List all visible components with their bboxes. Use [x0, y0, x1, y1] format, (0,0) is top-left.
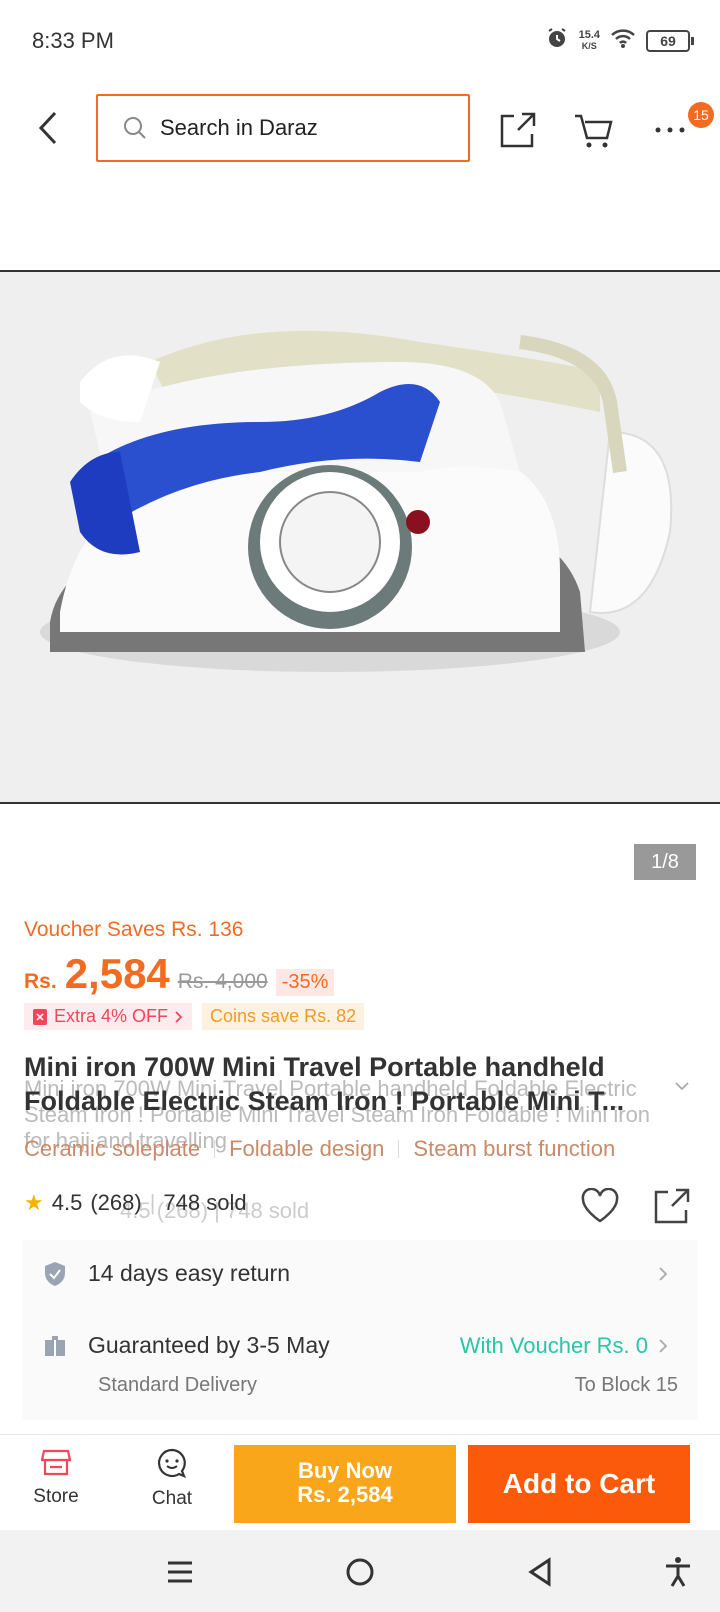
easy-return-arrow	[658, 1266, 668, 1282]
rating-divider: |	[149, 1190, 156, 1215]
accessibility-icon	[666, 1557, 690, 1587]
chat-button[interactable]: Chat	[132, 1447, 212, 1510]
network-speed: 15.4 K/S	[578, 28, 600, 52]
cart-button[interactable]	[572, 108, 616, 152]
wifi-icon	[610, 27, 636, 54]
alarm-icon	[545, 26, 569, 55]
extra-off-label: Extra 4% OFF	[54, 1006, 169, 1026]
rating-value: 4.5	[51, 1190, 83, 1215]
add-to-cart-button[interactable]: Add to Cart	[468, 1445, 690, 1523]
heart-icon	[581, 1188, 619, 1223]
star-icon: ★	[24, 1190, 44, 1215]
speed-unit: K/S	[581, 40, 597, 51]
rating-row[interactable]: ★ 4.5 (268) | 748 sold	[24, 1190, 247, 1216]
extra-off-chip[interactable]: Extra 4% OFF	[24, 1003, 193, 1030]
more-button[interactable]	[648, 108, 692, 152]
home-circle-icon	[346, 1558, 374, 1586]
battery-indicator: 69	[646, 29, 694, 52]
status-icons: 15.4 K/S 69	[545, 26, 694, 55]
chevron-right-icon	[175, 1010, 183, 1023]
cart-icon	[575, 114, 613, 148]
share-icon	[500, 112, 536, 148]
wishlist-button[interactable]	[578, 1184, 622, 1228]
easy-return-label: 14 days easy return	[88, 1260, 291, 1286]
chevron-right-icon	[659, 1338, 668, 1353]
bottom-action-bar: Store Chat Buy Now Rs. 2,584 Add to Cart	[0, 1434, 720, 1530]
sold-count: 748 sold	[163, 1190, 247, 1215]
voucher-price-label: With Voucher Rs. 0	[459, 1332, 648, 1358]
delivery-voucher: With Voucher Rs. 0	[460, 1333, 668, 1359]
triangle-back-icon	[528, 1557, 551, 1587]
menu-lines-icon	[168, 1561, 192, 1583]
notification-badge: 15	[688, 102, 714, 128]
feature-divider	[214, 1140, 216, 1158]
status-bar: 8:33 PM 15.4 K/S 69	[0, 0, 720, 80]
delivery-row[interactable]: Guaranteed by 3-5 May With Voucher Rs. 0	[44, 1332, 694, 1359]
speed-value: 15.4	[578, 28, 600, 41]
current-price: 2,584	[64, 950, 170, 997]
system-navigation-bar	[0, 1530, 720, 1612]
shield-check-icon	[45, 1261, 65, 1286]
promo-row: Extra 4% OFF Coins save Rs. 82	[24, 1003, 365, 1030]
store-label: Store	[33, 1486, 79, 1507]
chat-label: Chat	[151, 1488, 193, 1509]
search-input[interactable]: Search in Daraz	[96, 94, 470, 162]
feature-divider	[398, 1140, 400, 1158]
image-counter: 1/8	[634, 844, 696, 880]
system-back-button[interactable]	[518, 1550, 562, 1594]
package-icon	[45, 1335, 65, 1356]
chevron-down-icon	[675, 1082, 689, 1091]
original-price: Rs. 4,000	[177, 970, 268, 993]
store-icon	[40, 1449, 72, 1476]
coins-save-chip[interactable]: Coins save Rs. 82	[202, 1003, 365, 1030]
discount-badge: -35%	[275, 969, 335, 996]
chevron-left-icon	[38, 111, 57, 145]
store-button[interactable]: Store	[16, 1447, 96, 1508]
accessibility-button[interactable]	[656, 1550, 700, 1594]
top-navigation: Search in Daraz 15	[0, 90, 720, 170]
feature-tag: Ceramic soleplate	[24, 1136, 201, 1161]
more-dots-icon	[655, 127, 685, 133]
buy-now-button[interactable]: Buy Now Rs. 2,584	[234, 1445, 456, 1523]
search-placeholder: Search in Daraz	[160, 115, 318, 140]
product-image[interactable]	[0, 270, 720, 804]
recent-apps-button[interactable]	[158, 1550, 202, 1594]
voucher-saves-text[interactable]: Voucher Saves Rs. 136	[24, 918, 243, 942]
status-time: 8:33 PM	[32, 28, 114, 53]
expand-title-button[interactable]	[674, 1078, 690, 1096]
chat-icon	[157, 1448, 186, 1478]
back-button[interactable]	[28, 108, 68, 148]
delivery-location: To Block 15	[574, 1374, 678, 1396]
product-title[interactable]: Mini iron 700W Mini Travel Portable hand…	[24, 1050, 684, 1118]
buy-now-price: Rs. 2,584	[297, 1482, 393, 1507]
easy-return-row[interactable]: 14 days easy return	[44, 1260, 694, 1287]
feature-tag: Foldable design	[229, 1136, 385, 1161]
steam-iron-image	[0, 272, 720, 802]
share-button[interactable]	[496, 108, 540, 152]
ticket-icon	[33, 1008, 47, 1025]
feature-tag: Steam burst function	[413, 1136, 616, 1161]
search-icon	[124, 117, 146, 139]
chevron-right-icon	[659, 1266, 668, 1281]
share-icon	[654, 1188, 690, 1224]
feature-tags: Ceramic soleplate Foldable design Steam …	[24, 1136, 615, 1162]
guarantee-label: Guaranteed by 3-5 May	[88, 1332, 330, 1358]
home-button[interactable]	[338, 1550, 382, 1594]
price-currency: Rs.	[24, 970, 57, 993]
delivery-type: Standard Delivery	[98, 1374, 257, 1396]
share-product-button[interactable]	[650, 1184, 694, 1228]
review-count: (268)	[90, 1190, 142, 1215]
buy-now-label: Buy Now	[297, 1458, 393, 1483]
price-row: Rs. 2,584 Rs. 4,000 -35%	[24, 950, 335, 998]
